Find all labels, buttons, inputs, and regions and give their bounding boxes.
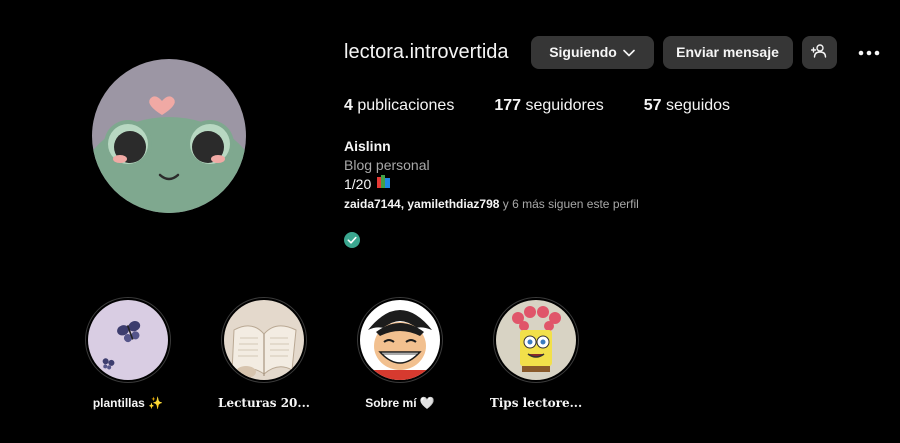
highlight-label: Tips lectore... — [489, 396, 583, 410]
highlight-ring — [85, 297, 171, 383]
following-button-label: Siguiendo — [549, 44, 617, 60]
followed-by-users: zaida7144, yamilethdiaz798 — [344, 197, 500, 211]
posts-label: publicaciones — [357, 97, 455, 114]
followers-count: 177 — [494, 97, 522, 114]
following-button[interactable]: Siguiendo — [530, 35, 654, 69]
following-label: seguidos — [666, 97, 731, 114]
more-options-icon — [858, 43, 880, 61]
profile-avatar[interactable] — [92, 59, 246, 213]
check-circle-icon — [344, 232, 360, 253]
highlight-label: Lecturas 20... — [218, 396, 310, 410]
highlight-tips[interactable]: Tips lectore... — [468, 297, 604, 410]
username: lectora.introvertida — [344, 40, 509, 63]
highlight-label: plantillas ✨ — [92, 396, 164, 410]
add-user-button[interactable] — [801, 35, 837, 69]
frog-avatar-icon — [92, 59, 246, 213]
followed-by-rest: y 6 más siguen este perfil — [499, 197, 639, 211]
posts-count: 4 — [344, 97, 353, 114]
highlight-cover — [496, 300, 576, 380]
more-options-button[interactable] — [854, 36, 884, 69]
highlight-ring — [357, 297, 443, 383]
highlight-ring — [221, 297, 307, 383]
highlight-ring — [493, 297, 579, 383]
highlight-cover — [224, 300, 304, 380]
followed-by-line[interactable]: zaida7144, yamilethdiaz798 y 6 más sigue… — [344, 197, 639, 211]
send-message-button[interactable]: Enviar mensaje — [662, 35, 793, 69]
highlight-cover — [360, 300, 440, 380]
followers-stat[interactable]: 177 seguidores — [494, 97, 603, 115]
sponge-character-icon — [496, 300, 576, 380]
highlight-plantillas[interactable]: plantillas ✨ — [60, 297, 196, 410]
open-book-icon — [224, 300, 304, 380]
add-user-icon — [810, 43, 827, 61]
send-message-label: Enviar mensaje — [676, 44, 779, 60]
books-emoji-icon — [376, 175, 391, 193]
bio-text: 1/20 — [344, 176, 372, 192]
profile-header: lectora.introvertida Siguiendo Enviar me… — [344, 35, 884, 69]
profile-bio: Aislinn Blog personal 1/20 zaida7144, ya… — [344, 137, 639, 211]
butterfly-icon — [88, 300, 168, 380]
followers-label: seguidores — [525, 97, 604, 114]
bio-text-line: 1/20 — [344, 175, 639, 193]
story-highlights: plantillas ✨ Lecturas 20... Sobre mí 🤍 T… — [60, 297, 604, 410]
highlight-label: Sobre mí 🤍 — [365, 396, 435, 410]
highlight-cover — [88, 300, 168, 380]
following-stat[interactable]: 57 seguidos — [644, 97, 730, 115]
profile-stats: 4 publicaciones 177 seguidores 57 seguid… — [344, 97, 770, 115]
posts-stat: 4 publicaciones — [344, 97, 454, 115]
chevron-down-icon — [623, 44, 635, 60]
highlight-lecturas[interactable]: Lecturas 20... — [196, 297, 332, 410]
anime-character-icon — [360, 300, 440, 380]
following-count: 57 — [643, 97, 662, 114]
profile-category: Blog personal — [344, 157, 430, 173]
highlight-sobre-mi[interactable]: Sobre mí 🤍 — [332, 297, 468, 410]
display-name: Aislinn — [344, 138, 391, 154]
